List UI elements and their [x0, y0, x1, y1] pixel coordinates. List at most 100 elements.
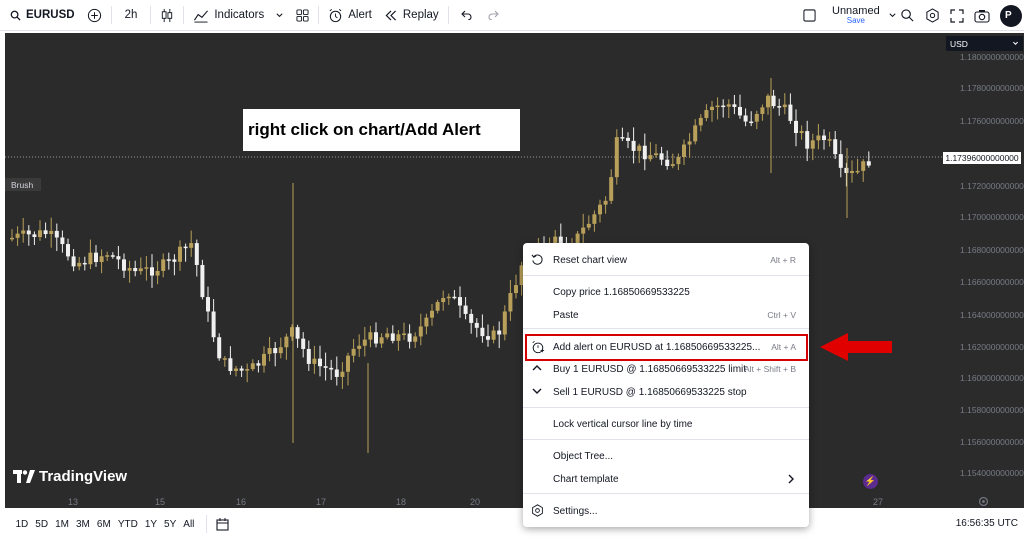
range-button-5y[interactable]: 5Y — [161, 519, 180, 530]
clock-label[interactable]: 16:56:35 UTC — [956, 518, 1018, 529]
candle-body — [850, 171, 854, 174]
menu-item-sell[interactable]: Sell 1 EURUSD @ 1.16850669533225 stop — [523, 381, 809, 403]
avatar[interactable]: P — [1000, 4, 1022, 27]
calendar-range-icon[interactable] — [216, 517, 230, 531]
highlight-box — [525, 334, 808, 361]
candle-body — [502, 311, 507, 335]
candle-body — [413, 336, 418, 342]
compare-button[interactable] — [81, 0, 108, 31]
divider — [318, 6, 320, 24]
range-button-6m[interactable]: 6M — [93, 519, 114, 530]
candle-body — [340, 371, 345, 377]
lightning-icon[interactable]: ⚡ — [863, 474, 878, 489]
quick-search-icon[interactable] — [900, 8, 915, 23]
menu-item-paste[interactable]: Paste Ctrl + V — [523, 304, 809, 326]
search-icon — [10, 10, 21, 21]
candle-body — [66, 244, 70, 257]
date-tick-label: 27 — [873, 497, 884, 507]
price-tick-label: 1.16200000000000 — [960, 342, 1024, 352]
replay-button[interactable]: Replay — [378, 0, 445, 31]
menu-item-label: Buy 1 EURUSD @ 1.16850669533225 limit — [553, 363, 747, 375]
menu-item-reset[interactable]: Reset chart view Alt + R — [523, 249, 809, 271]
indicators-button[interactable]: Indicators — [187, 0, 290, 31]
symbol-search[interactable]: EURUSD — [0, 0, 81, 31]
candle-body — [676, 156, 681, 165]
candle-body — [626, 137, 630, 141]
candle-body — [738, 106, 742, 116]
menu-item-object[interactable]: Object Tree... — [523, 445, 809, 467]
date-tick-label: 13 — [68, 497, 79, 507]
layout-selector[interactable]: Unnamed Save — [803, 0, 897, 31]
alarm-icon — [329, 8, 342, 22]
candle-body — [26, 230, 31, 235]
price-tick-label: 1.15800000000000 — [960, 405, 1024, 415]
menu-item-buy[interactable]: Buy 1 EURUSD @ 1.16850669533225 limit Alt… — [523, 358, 809, 380]
candle-body — [306, 348, 311, 364]
candle-body — [441, 298, 446, 303]
templates-button[interactable] — [290, 0, 315, 31]
candle-body — [172, 259, 177, 262]
brush-label[interactable]: Brush — [5, 178, 41, 191]
candle-body — [726, 104, 731, 107]
candle-body — [586, 223, 591, 228]
tv-logo-icon — [13, 470, 35, 483]
range-button-all[interactable]: All — [180, 519, 198, 530]
candle-body — [206, 297, 210, 312]
candle-body — [822, 135, 826, 141]
menu-item-settings[interactable]: Settings... — [523, 500, 809, 522]
fullscreen-icon[interactable] — [950, 8, 964, 23]
range-button-ytd[interactable]: YTD — [114, 519, 141, 530]
menu-item-chart[interactable]: Chart template — [523, 468, 809, 490]
candle-body — [816, 135, 821, 141]
candle-body — [446, 296, 451, 299]
gear-icon[interactable] — [978, 496, 989, 507]
candle-body — [82, 262, 87, 265]
price-tick-label: 1.15400000000000 — [960, 468, 1024, 478]
candle-body — [777, 106, 782, 108]
candle-body — [732, 104, 737, 107]
range-button-5d[interactable]: 5D — [32, 519, 52, 530]
candle-body — [670, 164, 675, 167]
candle-body — [256, 363, 261, 366]
context-menu: Reset chart view Alt + R Copy price 1.1685… — [523, 243, 809, 527]
undo-button[interactable] — [452, 0, 480, 31]
candle-body — [318, 358, 322, 367]
menu-item-copy[interactable]: Copy price 1.16850669533225 — [523, 281, 809, 303]
alert-button[interactable]: Alert — [322, 0, 378, 31]
redo-button[interactable] — [480, 0, 508, 31]
chevron-down-icon — [276, 12, 283, 17]
chevron-up-icon — [531, 362, 545, 376]
candle-body — [721, 105, 726, 108]
menu-item-lock[interactable]: Lock vertical cursor line by time — [523, 413, 809, 435]
settings-icon[interactable] — [925, 8, 940, 23]
candle-body — [514, 285, 518, 294]
range-button-3m[interactable]: 3M — [73, 519, 94, 530]
candle-body — [861, 161, 866, 171]
menu-divider — [523, 493, 809, 494]
candle-body — [105, 255, 110, 257]
interval-button[interactable]: 2h — [115, 0, 148, 31]
range-button-1y[interactable]: 1Y — [141, 519, 160, 530]
candle-body — [110, 255, 115, 257]
chart-type-button[interactable] — [154, 0, 180, 31]
chevron-right-icon — [787, 474, 795, 487]
avatar-initial: P — [1005, 10, 1012, 21]
candle-body — [54, 230, 59, 238]
save-link[interactable]: Save — [847, 16, 865, 26]
menu-item-label: Paste — [553, 309, 579, 321]
candle-body — [166, 259, 171, 261]
currency-select[interactable]: USD — [946, 36, 1023, 51]
layout-name[interactable]: Unnamed Save — [832, 5, 880, 26]
candle-body — [161, 259, 166, 271]
candle-body — [805, 131, 810, 149]
candle-body — [766, 95, 770, 108]
camera-icon[interactable] — [974, 9, 990, 23]
candle-body — [194, 243, 199, 265]
chevron-down-icon — [889, 13, 896, 18]
range-button-1m[interactable]: 1M — [52, 519, 73, 530]
candle-body — [99, 256, 104, 263]
range-button-1d[interactable]: 1D — [12, 519, 32, 530]
menu-item-label: Object Tree... — [553, 450, 614, 462]
candle-body — [351, 348, 356, 356]
candle-body — [15, 233, 20, 238]
